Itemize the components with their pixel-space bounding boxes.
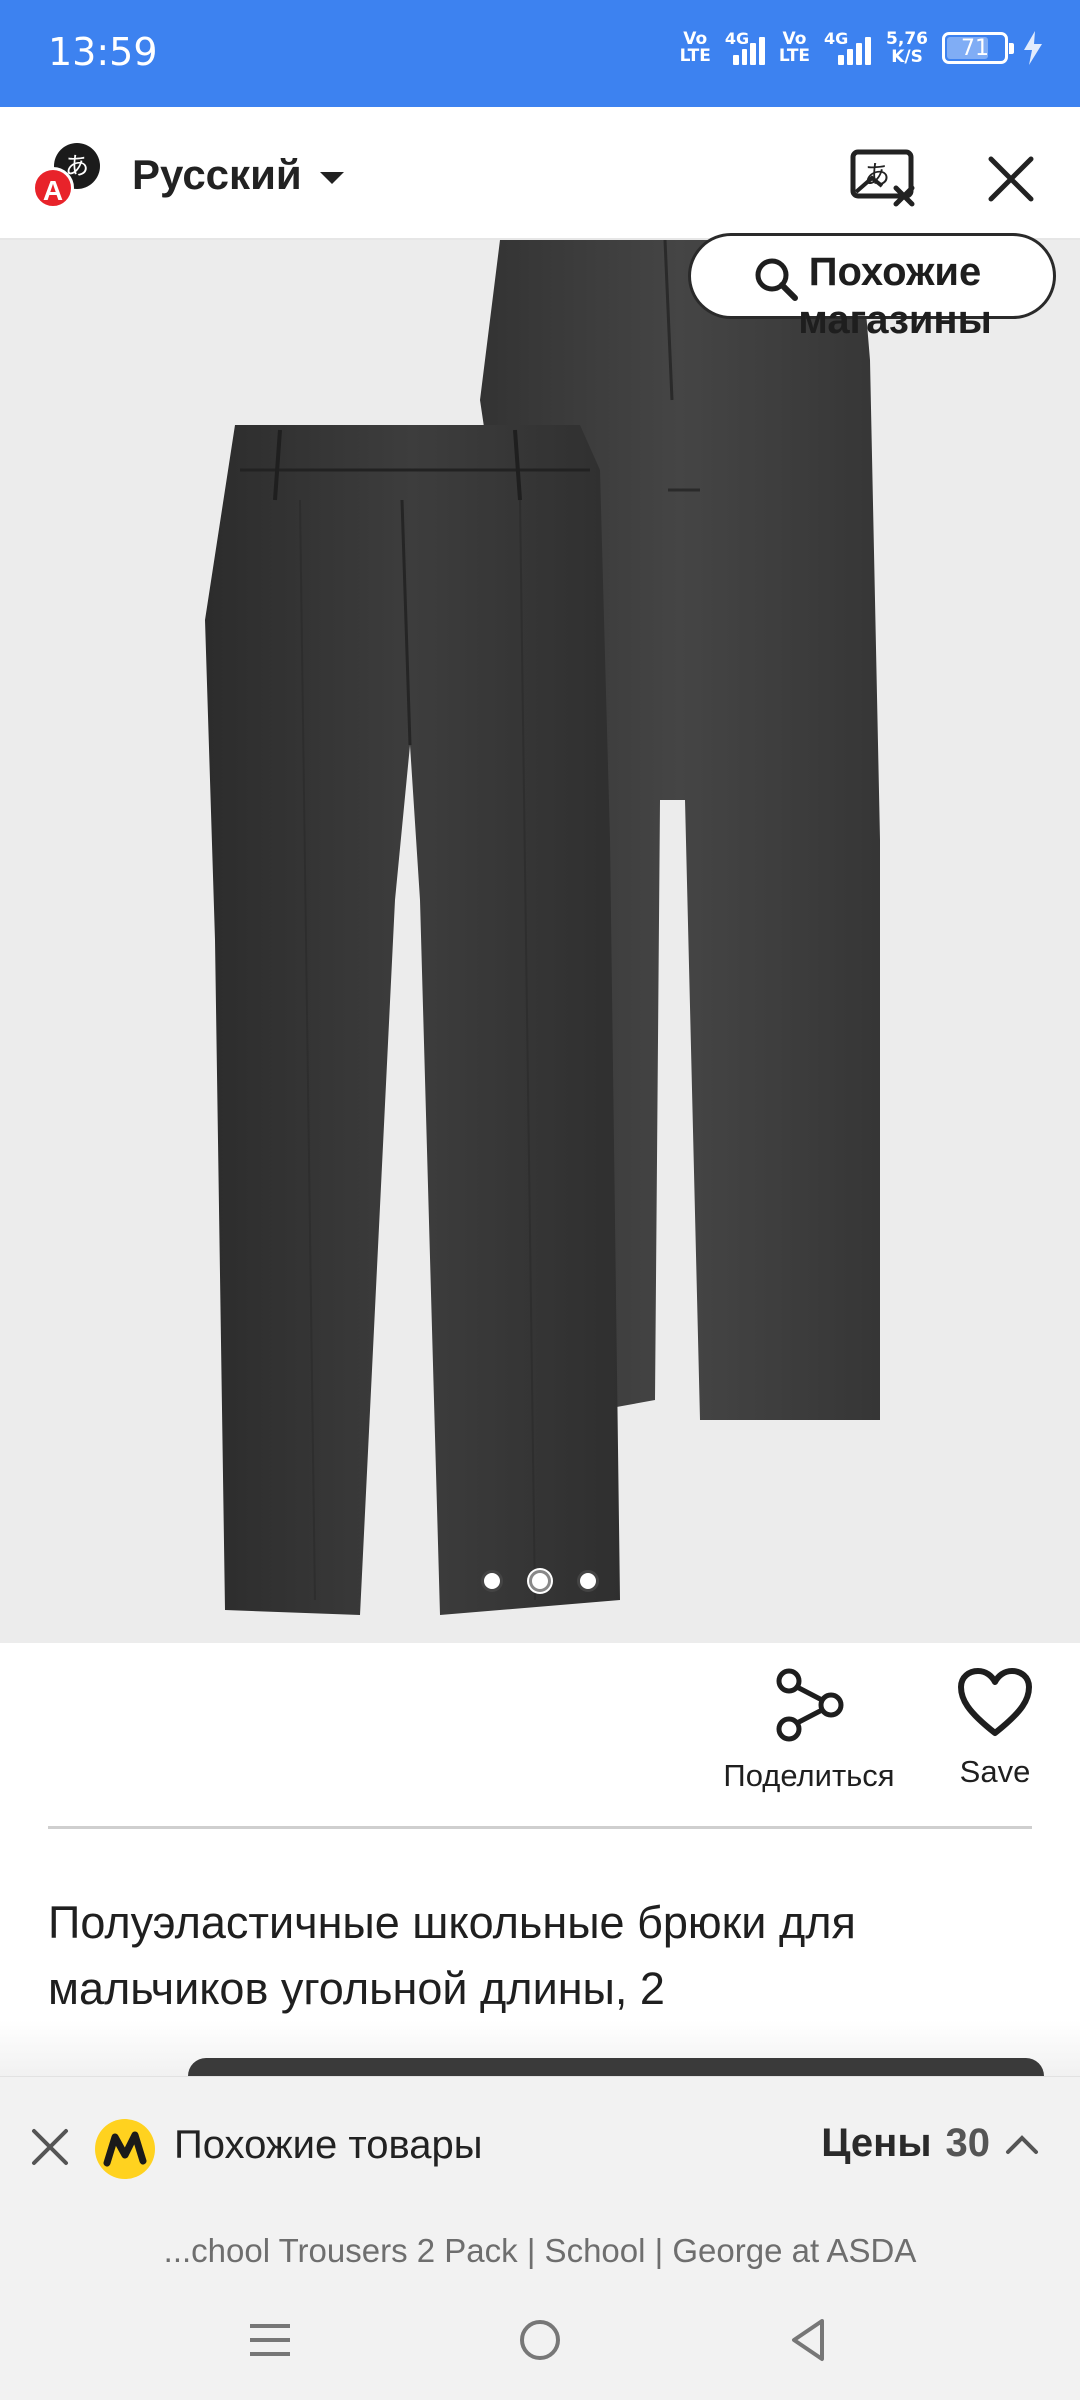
network-speed: 5,76 K/S bbox=[886, 29, 928, 67]
status-bar: 13:59 Vo LTE 4G Vo LTE 4G 5,76 K/S 71 bbox=[0, 0, 1080, 107]
save-label: Save bbox=[959, 1754, 1031, 1789]
status-icons: Vo LTE 4G Vo LTE 4G 5,76 K/S 71 bbox=[679, 29, 1044, 67]
charging-icon bbox=[1024, 31, 1042, 65]
carousel-dot[interactable] bbox=[481, 1570, 503, 1592]
signal-icon: 4G bbox=[725, 29, 765, 65]
product-actions: Поделиться Save bbox=[0, 1643, 1080, 1828]
product-title: Полуэластичные школьные брюки для мальчи… bbox=[48, 1897, 856, 2014]
prices-toggle[interactable]: Цены 30 bbox=[821, 2121, 1040, 2166]
home-circle-icon bbox=[520, 2320, 560, 2360]
translate-image-button[interactable]: あ bbox=[848, 143, 920, 215]
svg-text:あ: あ bbox=[864, 161, 890, 191]
save-button[interactable]: Save bbox=[940, 1667, 1050, 1790]
recent-apps-button[interactable] bbox=[240, 2310, 300, 2370]
back-triangle-icon bbox=[792, 2319, 824, 2361]
status-time: 13:59 bbox=[48, 30, 158, 74]
back-button[interactable] bbox=[778, 2310, 838, 2370]
carousel-dot-active[interactable] bbox=[529, 1570, 551, 1592]
translator-logo-letter: A bbox=[32, 167, 74, 209]
carousel-dot[interactable] bbox=[577, 1570, 599, 1592]
yandex-market-logo bbox=[95, 2119, 155, 2179]
similar-shops-label: Похожие магазины bbox=[798, 250, 992, 342]
similar-products-bar[interactable]: Похожие товары Цены 30 bbox=[0, 2076, 1080, 2220]
close-icon bbox=[32, 2129, 68, 2165]
close-icon bbox=[988, 156, 1034, 202]
carousel-indicator bbox=[0, 1570, 1080, 1592]
close-button[interactable] bbox=[975, 143, 1047, 215]
trousers-photo bbox=[205, 240, 880, 1615]
home-button[interactable] bbox=[510, 2310, 570, 2370]
menu-icon bbox=[250, 2324, 290, 2356]
volte-indicator: Vo LTE bbox=[679, 29, 711, 66]
translate-header: あ A Русский あ bbox=[0, 107, 1080, 240]
chevron-down-icon bbox=[319, 172, 344, 184]
chevron-up-icon bbox=[1006, 2134, 1038, 2154]
translate-image-icon: あ bbox=[850, 149, 915, 207]
heart-icon bbox=[958, 1668, 1032, 1736]
share-button[interactable]: Поделиться bbox=[714, 1667, 904, 1794]
system-nav-bar bbox=[0, 2282, 1080, 2400]
language-dropdown[interactable]: Русский bbox=[132, 151, 344, 199]
prices-label: Цены bbox=[821, 2121, 932, 2165]
prices-count: 30 bbox=[945, 2121, 991, 2165]
language-label: Русский bbox=[132, 151, 302, 198]
volte-indicator-2: Vo LTE bbox=[778, 29, 811, 66]
signal-icon-2: 4G bbox=[824, 29, 872, 65]
share-icon bbox=[776, 1668, 844, 1742]
battery-icon: 71 bbox=[942, 32, 1014, 64]
product-image[interactable] bbox=[0, 240, 1080, 1643]
page-url[interactable]: ...chool Trousers 2 Pack | School | Geor… bbox=[0, 2220, 1080, 2282]
similar-shops-button[interactable]: Похожие магазины bbox=[688, 233, 1056, 342]
translator-logo: あ A bbox=[32, 143, 104, 213]
divider bbox=[48, 1826, 1032, 1829]
close-similar-button[interactable] bbox=[24, 2121, 76, 2173]
share-label: Поделиться bbox=[723, 1758, 895, 1793]
similar-products-title: Похожие товары bbox=[174, 2123, 483, 2167]
